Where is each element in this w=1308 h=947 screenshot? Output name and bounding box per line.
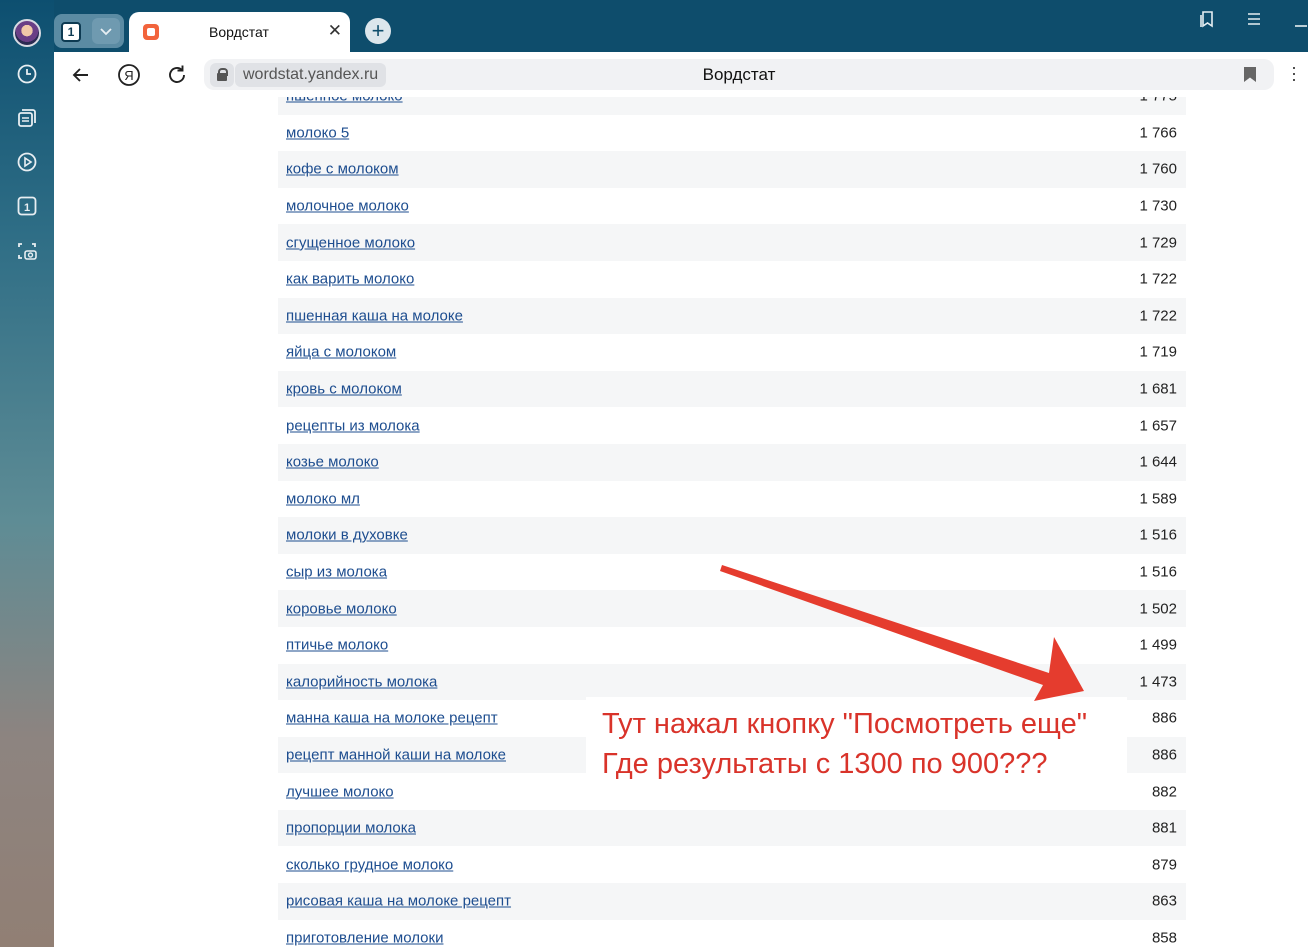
tabs-counter-icon[interactable]: 1 — [16, 195, 38, 217]
history-icon[interactable] — [16, 63, 38, 85]
profile-avatar[interactable] — [13, 19, 41, 47]
svg-text:Я: Я — [124, 68, 133, 83]
browser-sidebar: 1 — [0, 0, 54, 947]
address-bar: Я wordstat.yandex.ru Вордстат · · · — [54, 52, 1308, 97]
reload-icon[interactable] — [164, 62, 190, 88]
back-arrow-icon[interactable] — [68, 62, 94, 88]
wordstat-favicon-icon — [143, 24, 159, 40]
screenshot-icon[interactable] — [16, 240, 38, 262]
collections-icon[interactable] — [16, 107, 38, 129]
hamburger-menu-icon[interactable] — [1247, 10, 1261, 28]
more-options-icon[interactable]: · · · — [1291, 58, 1297, 88]
video-play-icon[interactable] — [16, 151, 38, 173]
active-tab[interactable]: Вордстат ✕ — [129, 12, 350, 52]
tab-title: Вордстат — [209, 24, 269, 40]
yandex-home-icon[interactable]: Я — [116, 62, 142, 88]
tab-bar: 1 Вордстат ✕ + — [54, 0, 1308, 52]
new-tab-button[interactable]: + — [365, 18, 391, 44]
chevron-down-icon — [100, 28, 112, 36]
tab-group-dropdown[interactable] — [92, 18, 120, 44]
bookmarks-panel-icon[interactable] — [1199, 10, 1215, 28]
page-content: пшенное молоко1 775молоко 51 766кофе с м… — [54, 97, 1308, 947]
url-field[interactable]: wordstat.yandex.ru Вордстат — [204, 59, 1274, 90]
page-title: Вордстат — [702, 65, 776, 84]
tab-count-badge: 1 — [61, 22, 81, 42]
close-tab-icon[interactable]: ✕ — [328, 21, 342, 41]
annotation-arrow — [720, 565, 1084, 701]
svg-text:1: 1 — [24, 202, 30, 214]
minimize-window-icon[interactable] — [1294, 10, 1308, 28]
tab-group-button[interactable]: 1 — [54, 14, 124, 48]
